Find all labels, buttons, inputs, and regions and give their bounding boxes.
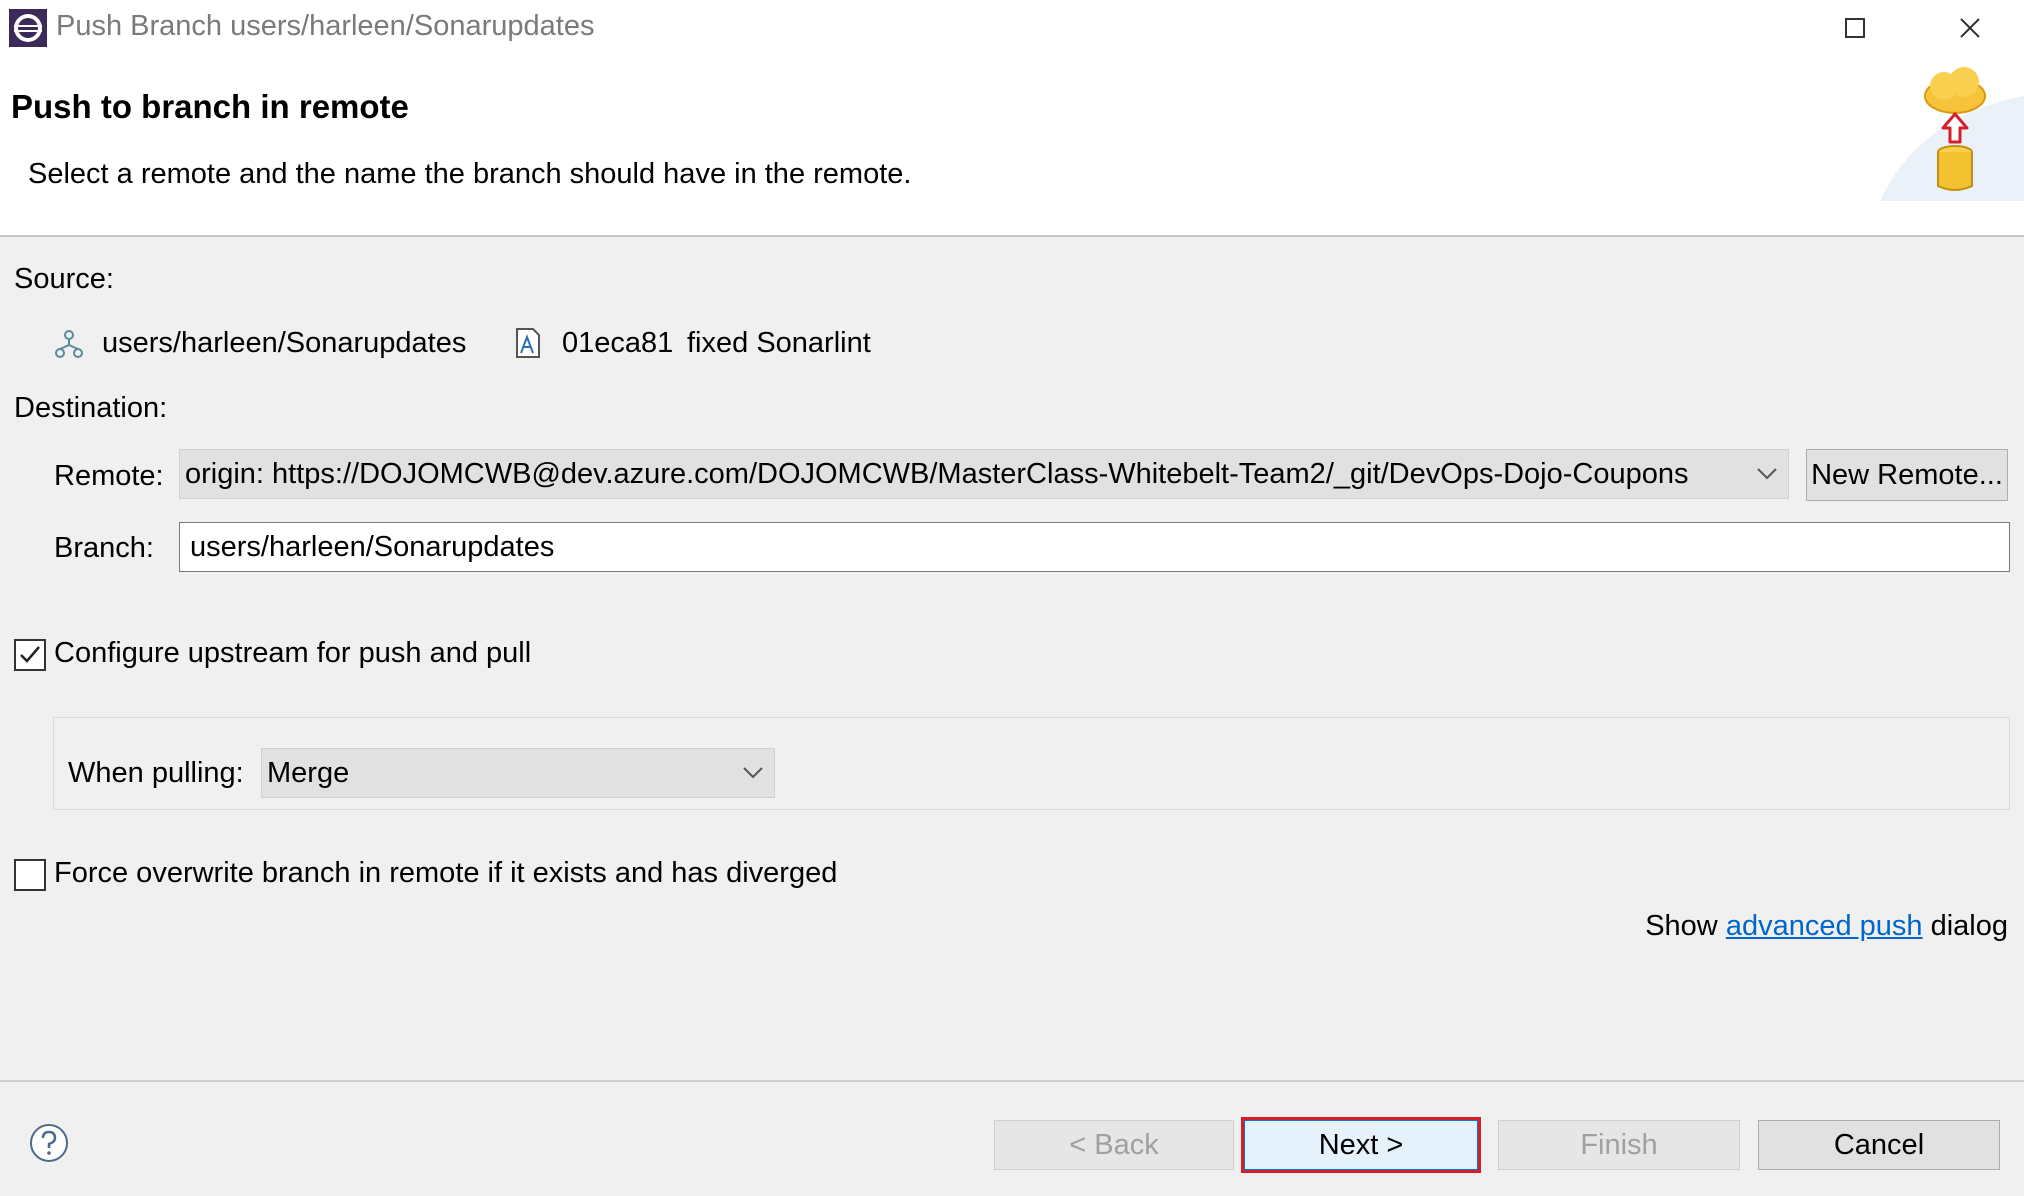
- close-button[interactable]: [1935, 0, 2005, 56]
- eclipse-app-icon: [8, 8, 48, 48]
- push-cloud-icon: [1880, 56, 2024, 201]
- branch-icon: [52, 327, 86, 366]
- advanced-push-text: Show advanced push dialog: [1645, 910, 2008, 943]
- commit-icon: [513, 327, 543, 364]
- close-icon: [1960, 18, 1980, 38]
- commit-message: fixed Sonarlint: [687, 327, 871, 359]
- branch-label: Branch:: [54, 532, 154, 564]
- when-pulling-label: When pulling:: [68, 757, 244, 789]
- chevron-down-icon: [742, 749, 764, 797]
- maximize-button[interactable]: [1820, 0, 1890, 56]
- advanced-push-link[interactable]: advanced push: [1726, 910, 1923, 942]
- configure-upstream-checkbox[interactable]: [14, 639, 46, 671]
- destination-label: Destination:: [14, 392, 168, 424]
- configure-upstream-label[interactable]: Configure upstream for push and pull: [54, 637, 531, 670]
- page-description: Select a remote and the name the branch …: [28, 158, 912, 190]
- remote-select[interactable]: origin: https://DOJOMCWB@dev.azure.com/D…: [179, 449, 1789, 499]
- new-remote-button[interactable]: New Remote...: [1806, 449, 2008, 501]
- window-title: Push Branch users/harleen/Sonarupdates: [56, 10, 595, 42]
- back-button[interactable]: < Back: [994, 1120, 1234, 1170]
- chevron-down-icon: [1756, 450, 1778, 498]
- force-overwrite-label[interactable]: Force overwrite branch in remote if it e…: [54, 857, 837, 890]
- advanced-push-prefix: Show: [1645, 910, 1718, 942]
- wizard-banner: Push to branch in remote Select a remote…: [0, 56, 2024, 237]
- page-title: Push to branch in remote: [11, 88, 409, 125]
- advanced-push-suffix: dialog: [1930, 910, 2008, 942]
- source-branch: users/harleen/Sonarupdates: [102, 327, 467, 359]
- checkmark-icon: [20, 646, 40, 663]
- next-button-highlight: [1241, 1117, 1481, 1173]
- footer-separator: [0, 1080, 2024, 1082]
- commit-id: 01eca81: [562, 327, 674, 359]
- cancel-button[interactable]: Cancel: [1758, 1120, 2000, 1170]
- force-overwrite-checkbox[interactable]: [14, 859, 46, 891]
- remote-label: Remote:: [54, 460, 164, 492]
- help-button[interactable]: [28, 1122, 70, 1169]
- title-bar: Push Branch users/harleen/Sonarupdates: [0, 0, 2024, 56]
- branch-name-field[interactable]: [180, 523, 2009, 571]
- when-pulling-select[interactable]: Merge: [261, 748, 775, 798]
- finish-button[interactable]: Finish: [1498, 1120, 1740, 1170]
- when-pulling-value: Merge: [267, 756, 350, 789]
- source-label: Source:: [14, 263, 114, 295]
- remote-select-value: origin: https://DOJOMCWB@dev.azure.com/D…: [185, 457, 1689, 490]
- help-icon: [30, 1124, 68, 1162]
- branch-name-input[interactable]: [179, 522, 2010, 572]
- maximize-icon: [1845, 18, 1865, 38]
